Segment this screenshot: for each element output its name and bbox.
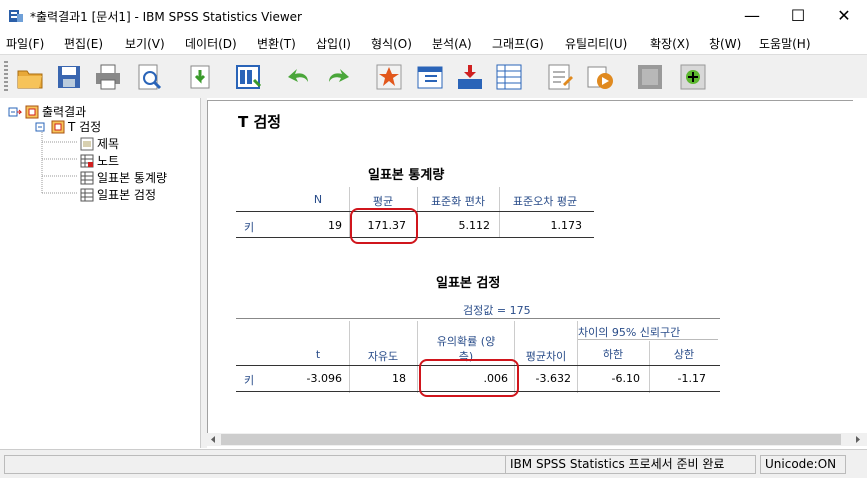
test-value-df: 18 bbox=[392, 372, 406, 385]
highlight-sig-oval bbox=[419, 359, 519, 397]
test-top-rule bbox=[236, 318, 720, 319]
stats-value-se: 1.173 bbox=[550, 219, 583, 232]
menu-view[interactable]: 보기(V) bbox=[125, 35, 165, 52]
maximize-button[interactable]: ☐ bbox=[775, 0, 821, 31]
data-editor-icon[interactable] bbox=[234, 62, 264, 92]
title-bar: *출력결과1 [문서1] - IBM SPSS Statistics Viewe… bbox=[0, 0, 867, 31]
print-preview-icon[interactable] bbox=[134, 62, 164, 92]
window-title: *출력결과1 [문서1] - IBM SPSS Statistics Viewe… bbox=[30, 10, 302, 24]
test-value-meandiff: -3.632 bbox=[535, 372, 571, 385]
vertical-scrollbar[interactable] bbox=[853, 100, 867, 434]
save-icon[interactable] bbox=[54, 62, 84, 92]
goto-case-icon[interactable] bbox=[415, 62, 445, 92]
stats-value-n: 19 bbox=[328, 219, 342, 232]
undo-icon[interactable] bbox=[284, 62, 314, 92]
run-script-icon[interactable] bbox=[585, 62, 615, 92]
redo-icon[interactable] bbox=[323, 62, 353, 92]
stats-header-se: 표준오차 평균 bbox=[512, 195, 578, 208]
print-icon[interactable] bbox=[93, 62, 123, 92]
test-header-lower: 하한 bbox=[602, 348, 624, 361]
highlight-mean-oval bbox=[350, 208, 418, 244]
test-ci-rule bbox=[578, 339, 718, 340]
status-processor: IBM SPSS Statistics 프로세서 준비 완료 bbox=[505, 455, 756, 474]
stats-row-label: 키 bbox=[244, 221, 255, 234]
toolbar-grip[interactable] bbox=[4, 61, 8, 93]
status-unicode: Unicode:ON bbox=[760, 455, 846, 474]
test-value-t: -3.096 bbox=[306, 372, 342, 385]
goto-variable-icon[interactable] bbox=[455, 62, 485, 92]
test-header-meandiff: 평균차이 bbox=[525, 350, 567, 363]
menu-format[interactable]: 형식(O) bbox=[371, 35, 412, 52]
menu-file[interactable]: 파일(F) bbox=[6, 35, 44, 52]
test-value-upper: -1.17 bbox=[677, 372, 706, 385]
expand-icon[interactable] bbox=[678, 62, 708, 92]
menu-insert[interactable]: 삽입(I) bbox=[316, 35, 351, 52]
goto-data-icon[interactable] bbox=[374, 62, 404, 92]
test-subtitle: 검정값 = 175 bbox=[463, 304, 531, 317]
output-heading: T 검정 bbox=[238, 113, 282, 131]
test-ci-header: 차이의 95% 신뢰구간 bbox=[578, 326, 681, 339]
menu-data[interactable]: 데이터(D) bbox=[185, 35, 237, 52]
stats-header-sd: 표준화 편차 bbox=[430, 195, 486, 208]
outline-pane: 출력결과 T 검정 제목 노트 일표본 통계량 일표본 검정 bbox=[0, 98, 200, 448]
designate-window-icon[interactable] bbox=[545, 62, 575, 92]
minimize-button[interactable]: — bbox=[729, 0, 775, 31]
menu-extensions[interactable]: 확장(X) bbox=[650, 35, 690, 52]
insert-output-icon[interactable] bbox=[635, 62, 665, 92]
test-header-df: 자유도 bbox=[367, 350, 399, 363]
test-value-lower: -6.10 bbox=[611, 372, 640, 385]
variables-icon[interactable] bbox=[494, 62, 524, 92]
menu-edit[interactable]: 편집(E) bbox=[64, 35, 103, 52]
export-icon[interactable] bbox=[185, 62, 215, 92]
test-header-t: t bbox=[315, 348, 321, 361]
status-bar: IBM SPSS Statistics 프로세서 준비 완료 Unicode:O… bbox=[0, 449, 867, 478]
tree-connector-lines bbox=[41, 132, 78, 194]
stats-table-title: 일표본 통계량 bbox=[368, 168, 445, 183]
menu-utilities[interactable]: 유틸리티(U) bbox=[565, 35, 627, 52]
test-row-label: 키 bbox=[244, 374, 255, 387]
stats-value-sd: 5.112 bbox=[458, 219, 491, 232]
horizontal-scroll-thumb[interactable] bbox=[221, 434, 841, 445]
status-blank-cell bbox=[4, 455, 508, 474]
menu-help[interactable]: 도움말(H) bbox=[759, 35, 811, 52]
test-header-sig-line1: 유의확률 (양 bbox=[436, 335, 496, 348]
menu-analyze[interactable]: 분석(A) bbox=[432, 35, 472, 52]
menu-window[interactable]: 창(W) bbox=[709, 35, 741, 52]
spss-app-icon bbox=[8, 8, 24, 24]
test-col-divider bbox=[649, 341, 650, 393]
menu-transform[interactable]: 변환(T) bbox=[257, 35, 296, 52]
close-button[interactable]: ✕ bbox=[821, 0, 867, 31]
content-pane: T 검정 일표본 통계량 N 평균 표준화 편차 표준오차 평균 키 19 17… bbox=[207, 98, 867, 448]
test-header-upper: 상한 bbox=[673, 348, 695, 361]
stats-header-mean: 평균 bbox=[372, 195, 394, 208]
menu-graphs[interactable]: 그래프(G) bbox=[492, 35, 544, 52]
scroll-right-arrow-icon[interactable] bbox=[853, 435, 862, 444]
scroll-left-arrow-icon[interactable] bbox=[209, 435, 218, 444]
open-icon[interactable] bbox=[15, 62, 45, 92]
stats-header-n: N bbox=[313, 193, 323, 206]
toolbar bbox=[0, 54, 867, 100]
horizontal-scrollbar[interactable] bbox=[207, 433, 867, 446]
menu-bar: 파일(F) 편집(E) 보기(V) 데이터(D) 변환(T) 삽입(I) 형식(… bbox=[0, 31, 867, 54]
output-document: T 검정 일표본 통계량 N 평균 표준화 편차 표준오차 평균 키 19 17… bbox=[207, 100, 854, 435]
test-table-title: 일표본 검정 bbox=[436, 276, 501, 291]
